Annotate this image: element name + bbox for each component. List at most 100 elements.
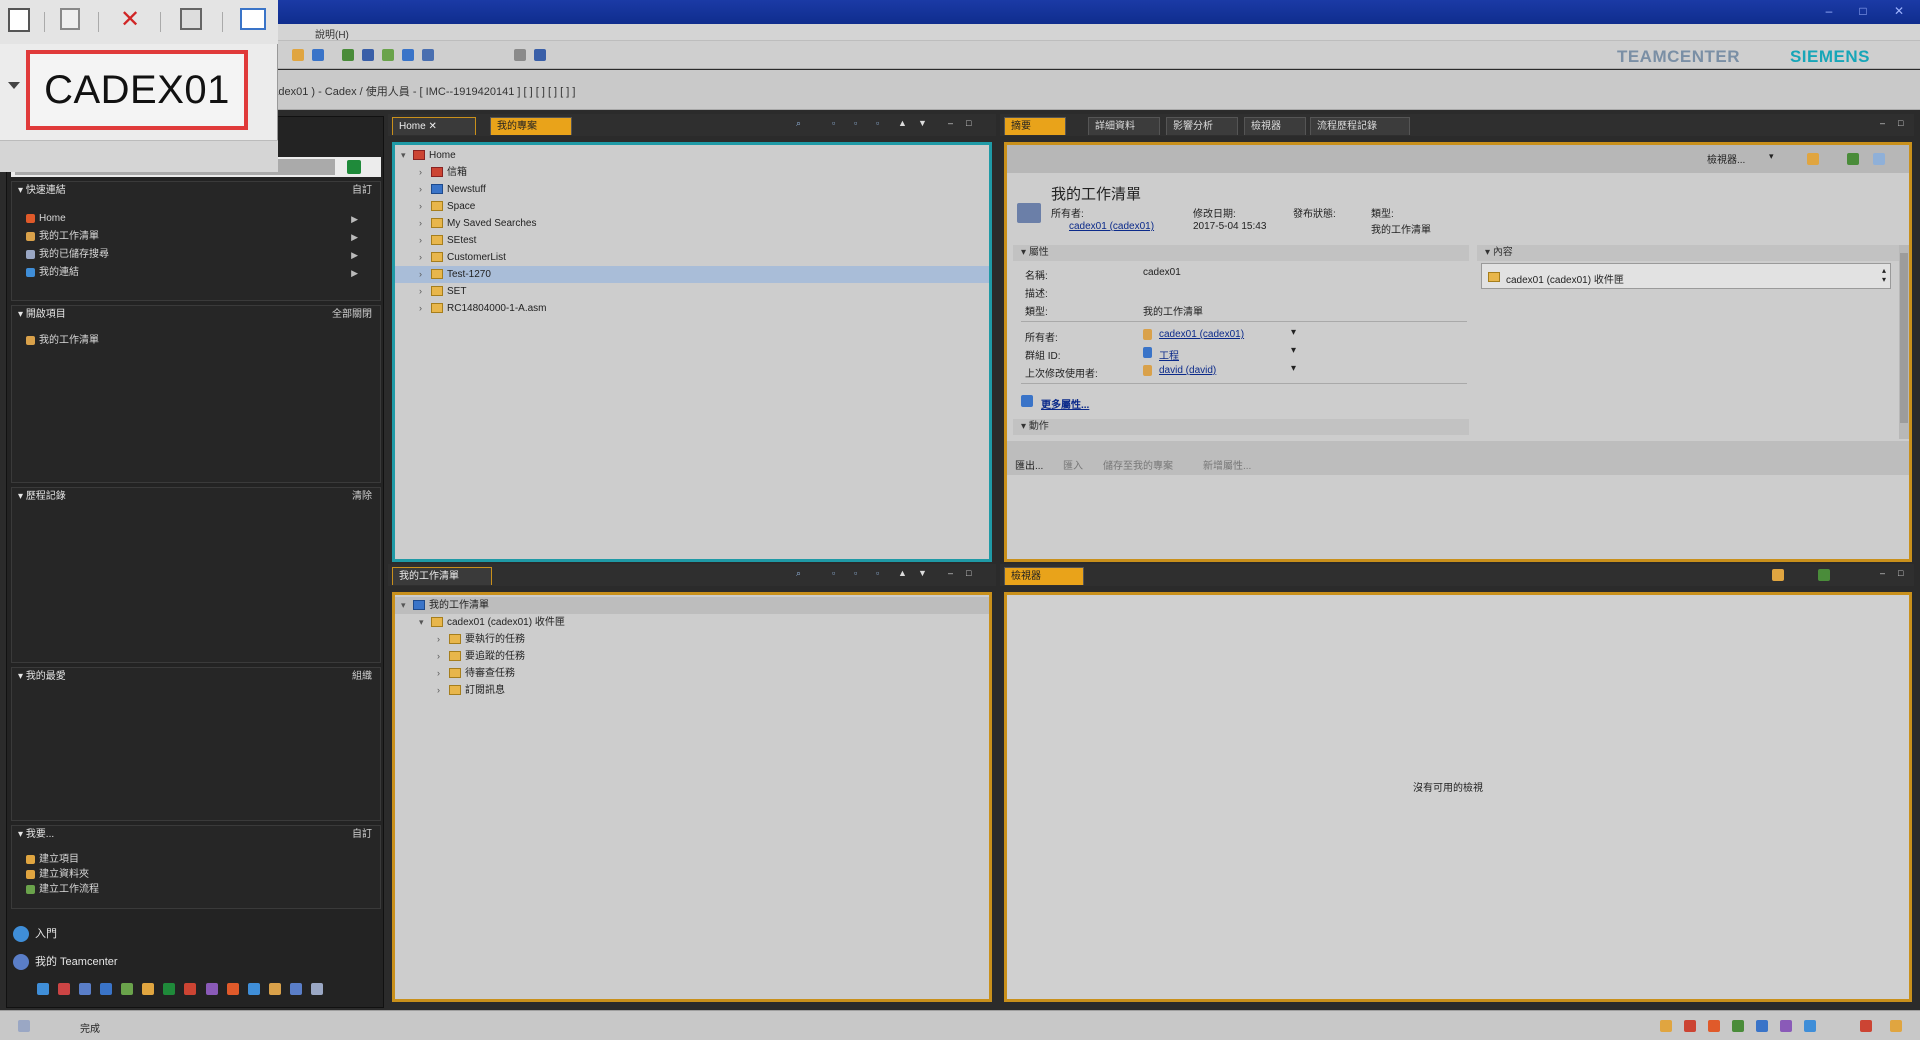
tab-viewer[interactable]: 檢視器 [1004,567,1084,585]
save-icon[interactable] [180,8,202,30]
add-property-button[interactable]: 新增屬性... [1203,457,1251,472]
layout-icon[interactable] [534,49,546,61]
tab-process-history[interactable]: 流程歷程記錄 [1310,117,1410,135]
nav-action-create-item[interactable]: 建立項目 [12,852,380,867]
expand-toggle-icon[interactable]: › [419,249,431,266]
app-icon[interactable] [58,983,71,995]
tree-row-home[interactable]: ▾ Home [401,147,456,164]
filter-icon[interactable]: ▫ [876,118,886,128]
content-item[interactable]: cadex01 (cadex01) 收件匣 [1506,271,1624,286]
document-icon[interactable] [8,8,30,32]
minimize-view-icon[interactable]: – [1880,118,1890,128]
import-button[interactable]: 匯入 [1063,457,1083,472]
save-to-projects-button[interactable]: 儲存至我的專案 [1103,457,1173,472]
tray-icon[interactable] [1756,1020,1768,1032]
app-icon[interactable] [163,983,176,995]
nav-section-action[interactable]: 自訂 [352,182,372,200]
tree-row[interactable]: › CustomerList [419,249,506,266]
nav-action-create-folder[interactable]: 建立資料夾 [12,867,380,882]
tree-row[interactable]: › RC14804000-1-A.asm [419,300,547,317]
maximize-button[interactable]: □ [1852,2,1874,20]
expand-toggle-icon[interactable]: › [419,198,431,215]
viewer-dropdown[interactable]: 檢視器... [1707,151,1745,166]
copy-icon[interactable] [382,49,394,61]
tree-row-selected[interactable]: › Test-1270 [395,266,989,283]
tab-my-projects[interactable]: 我的專案 [490,117,572,135]
tray-icon[interactable] [1890,1020,1902,1032]
nav-section-action[interactable]: 組織 [352,668,372,686]
nav-section-header[interactable]: ▾ 我的最愛 組織 [12,668,380,686]
chevron-down-icon[interactable]: ▾ [1291,327,1296,338]
prop-group-link[interactable]: 工程 [1159,347,1179,362]
properties-section-header[interactable]: ▾ 屬性 [1013,245,1469,261]
search-icon[interactable]: ⌕ [796,568,806,578]
check-icon[interactable] [1847,153,1859,165]
expand-toggle-icon[interactable]: › [419,232,431,249]
tree-row[interactable]: › SEtest [419,232,476,249]
tree-row[interactable]: › 待審查任務 [437,665,515,682]
tree-row[interactable]: › 信箱 [419,164,467,181]
tab-summary[interactable]: 摘要 [1004,117,1066,135]
user-session-highlight[interactable]: CADEX01 [26,50,248,130]
tray-icon[interactable] [1732,1020,1744,1032]
maximize-view-icon[interactable]: □ [966,568,976,578]
my-teamcenter-link[interactable]: 我的 Teamcenter [13,953,118,971]
app-icon[interactable] [205,983,218,995]
nav-open-item[interactable]: 我的工作清單 [12,332,380,350]
expand-toggle-icon[interactable]: › [419,283,431,300]
prop-lastmod-link[interactable]: david (david) [1159,365,1216,376]
app-icon[interactable] [247,983,260,995]
copy-icon[interactable] [60,8,80,30]
nav-section-action[interactable]: 清除 [352,488,372,506]
collapse-icon[interactable]: ▫ [832,568,842,578]
menu-help[interactable]: 說明(H) [315,26,349,41]
tray-icon[interactable] [1708,1020,1720,1032]
pencil-icon[interactable] [1772,569,1784,581]
nav-link-saved-searches[interactable]: 我的已儲存搜尋 ▶ [12,246,380,264]
move-down-icon[interactable]: ▼ [918,118,928,128]
close-button[interactable]: ✕ [1888,2,1910,20]
tray-icon[interactable] [1860,1020,1872,1032]
paste-icon[interactable] [402,49,414,61]
chevron-down-icon[interactable] [8,82,20,89]
app-icon[interactable] [289,983,302,995]
maximize-view-icon[interactable]: □ [1898,118,1908,128]
expand-toggle-icon[interactable]: › [419,181,431,198]
app-icon[interactable] [268,983,281,995]
prop-owner-link[interactable]: cadex01 (cadex01) [1159,329,1244,340]
collapse-icon[interactable]: ▫ [832,118,842,128]
nav-search-go-icon[interactable] [347,160,361,174]
tree-row[interactable]: ▾ 我的工作清單 [395,597,989,614]
nav-link-worklist[interactable]: 我的工作清單 ▶ [12,228,380,246]
move-down-icon[interactable]: ▼ [918,568,928,578]
nav-section-header[interactable]: ▾ 開啟項目 全部關閉 [12,306,380,324]
tab-impact-analysis[interactable]: 影響分析 [1166,117,1238,135]
nav-section-action[interactable]: 全部關閉 [332,306,372,324]
spinner-icon[interactable]: ▴ ▾ [1882,266,1886,284]
collapse-toggle-icon[interactable]: ▾ [419,614,431,631]
expand-toggle-icon[interactable]: › [437,648,449,665]
expand-toggle-icon[interactable]: › [419,215,431,232]
maximize-view-icon[interactable]: □ [966,118,976,128]
app-icon[interactable] [184,983,197,995]
chevron-down-icon[interactable]: ▾ [1769,151,1774,162]
nav-section-header[interactable]: ▾ 快速連結 自訂 [12,182,380,200]
chevron-down-icon[interactable]: ▾ [1291,363,1296,374]
tree-row[interactable]: › 要執行的任務 [437,631,525,648]
pencil-icon[interactable] [1807,153,1819,165]
nav-action-create-workflow[interactable]: 建立工作流程 [12,882,380,897]
move-up-icon[interactable]: ▲ [898,568,908,578]
edit-icon[interactable] [312,49,324,61]
expand-toggle-icon[interactable]: › [437,631,449,648]
tree-row[interactable]: ▾ cadex01 (cadex01) 收件匣 [419,614,565,631]
vertical-scrollbar[interactable] [1899,245,1909,439]
delete-icon[interactable]: ✕ [120,8,148,34]
new-item-icon[interactable] [292,49,304,61]
nav-section-header[interactable]: ▾ 我要... 自訂 [12,826,380,844]
getting-started-link[interactable]: 入門 [13,925,57,943]
check-icon[interactable] [1818,569,1830,581]
chevron-down-icon[interactable]: ▾ [1291,345,1296,356]
refresh-icon[interactable] [342,49,354,61]
collapse-toggle-icon[interactable]: ▾ [401,597,413,614]
tray-icon[interactable] [1780,1020,1792,1032]
